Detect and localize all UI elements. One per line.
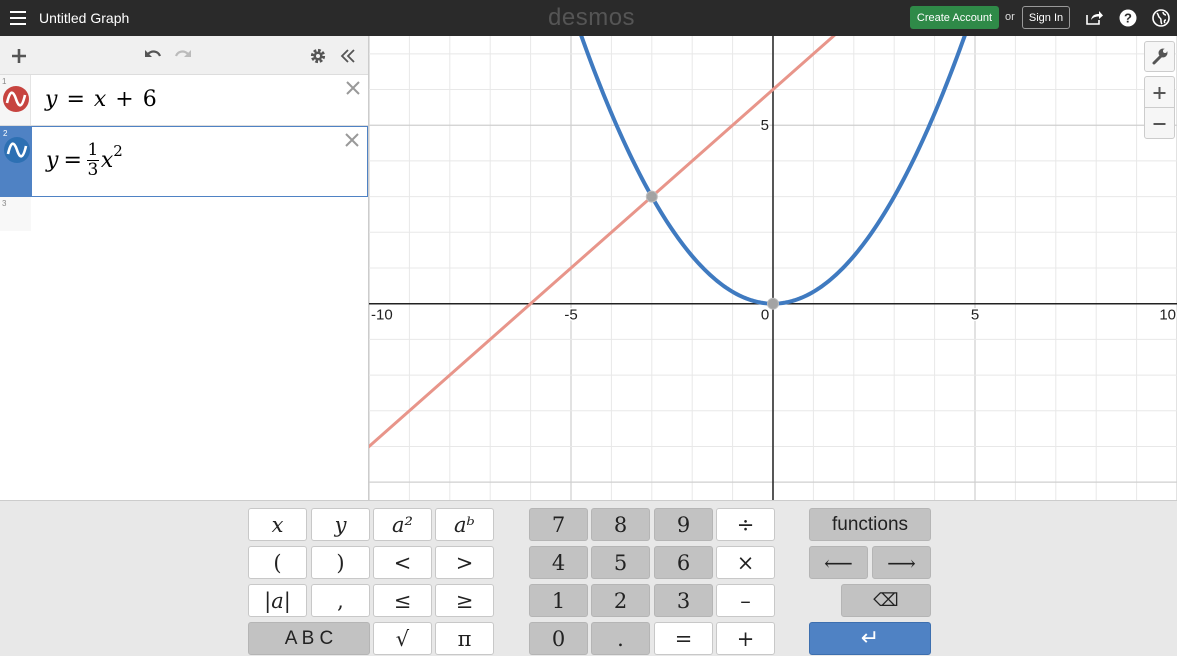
key-square[interactable]: a²	[373, 508, 432, 541]
expression-row-2[interactable]: 2 y = 1 3 x 2	[0, 126, 368, 197]
math-const: 6	[142, 87, 157, 112]
share-icon[interactable]	[1084, 8, 1104, 28]
expression-gutter: 3	[0, 197, 31, 231]
key-1[interactable]: 1	[529, 584, 588, 617]
settings-gear-icon[interactable]	[307, 45, 329, 67]
graph-title[interactable]: Untitled Graph	[39, 10, 129, 26]
math-lhs: y	[45, 87, 58, 112]
wrench-icon	[1152, 48, 1168, 65]
key-decimal[interactable]: .	[591, 622, 650, 655]
key-7[interactable]: 7	[529, 508, 588, 541]
expression-gutter: 2	[1, 127, 32, 196]
math-exponent: 2	[113, 141, 123, 160]
math-var: x	[93, 87, 107, 112]
key-4[interactable]: 4	[529, 546, 588, 579]
x-tick-label: -5	[564, 307, 577, 324]
y-tick-label: 5	[761, 117, 769, 134]
collapse-panel-icon[interactable]	[337, 45, 359, 67]
desmos-logo: desmos	[548, 4, 636, 31]
math-keypad: x y a² aᵇ ( ) < > |a| , ≤ ≥ A B C √ π 7 …	[0, 500, 1177, 656]
math-lhs: y	[46, 148, 59, 173]
expression-math[interactable]: y = x + 6	[45, 87, 157, 112]
key-right-paren[interactable]: )	[311, 546, 370, 579]
key-6[interactable]: 6	[654, 546, 713, 579]
add-item-icon[interactable]	[8, 45, 30, 67]
zoom-in-button[interactable]	[1145, 77, 1174, 108]
expression-gutter: 1	[0, 75, 31, 125]
x-tick-label: 10	[1159, 307, 1176, 324]
key-pi[interactable]: π	[435, 622, 494, 655]
key-x[interactable]: x	[248, 508, 307, 541]
key-backspace[interactable]: ⌫	[841, 584, 931, 617]
or-label: or	[1005, 11, 1015, 23]
graph-visibility-icon[interactable]	[4, 137, 30, 163]
expression-row-1[interactable]: 1 y = x + 6	[0, 75, 368, 126]
key-right-arrow[interactable]: ⟶	[872, 546, 931, 579]
key-left-paren[interactable]: (	[248, 546, 307, 579]
fraction-denominator: 3	[87, 160, 99, 180]
key-8[interactable]: 8	[591, 508, 650, 541]
key-less-equal[interactable]: ≤	[373, 584, 432, 617]
expression-number: 1	[2, 77, 7, 86]
math-op: +	[115, 87, 134, 112]
key-greater-than[interactable]: >	[435, 546, 494, 579]
key-minus[interactable]: –	[716, 584, 775, 617]
key-plus[interactable]: +	[716, 622, 775, 655]
key-equals[interactable]: =	[654, 622, 713, 655]
key-0[interactable]: 0	[529, 622, 588, 655]
key-absolute-value[interactable]: |a|	[248, 584, 307, 617]
key-divide[interactable]: ÷	[716, 508, 775, 541]
intersection-point	[645, 190, 658, 203]
expression-number: 3	[2, 199, 7, 208]
key-y[interactable]: y	[311, 508, 370, 541]
plus-icon	[1153, 87, 1166, 99]
graph-visibility-icon[interactable]	[3, 86, 29, 112]
expression-row-3[interactable]: 3	[0, 197, 368, 231]
minus-icon	[1153, 123, 1166, 125]
key-comma[interactable]: ,	[311, 584, 370, 617]
graph-paper[interactable]: -10 -5 0 5 10 5	[369, 36, 1177, 500]
fraction-numerator: 1	[87, 140, 99, 160]
key-enter[interactable]: ↵	[809, 622, 931, 655]
x-tick-label: -10	[371, 307, 393, 324]
equals-sign: =	[63, 148, 82, 173]
key-power[interactable]: aᵇ	[435, 508, 494, 541]
language-icon[interactable]	[1151, 8, 1171, 28]
expression-math[interactable]: y = 1 3 x 2	[46, 141, 123, 180]
zoom-controls	[1144, 76, 1175, 139]
equals-sign: =	[66, 87, 85, 112]
graph-canvas[interactable]: -10 -5 0 5 10 5	[369, 36, 1177, 500]
graph-settings-button[interactable]	[1144, 41, 1175, 72]
key-3[interactable]: 3	[654, 584, 713, 617]
x-tick-label: 5	[971, 307, 979, 324]
top-bar: Untitled Graph desmos Create Account or …	[0, 0, 1177, 36]
fraction: 1 3	[86, 140, 99, 180]
key-functions[interactable]: functions	[809, 508, 931, 541]
key-less-than[interactable]: <	[373, 546, 432, 579]
key-left-arrow[interactable]: ⟵	[809, 546, 868, 579]
key-2[interactable]: 2	[591, 584, 650, 617]
sign-in-button[interactable]: Sign In	[1022, 6, 1070, 29]
redo-icon[interactable]	[172, 45, 194, 67]
delete-expression-icon[interactable]	[344, 79, 362, 97]
desmos-app: Untitled Graph desmos Create Account or …	[0, 0, 1177, 656]
key-abc[interactable]: A B C	[248, 622, 370, 655]
math-var: x	[100, 148, 114, 173]
svg-text:?: ?	[1124, 11, 1132, 26]
key-sqrt[interactable]: √	[373, 622, 432, 655]
menu-icon[interactable]	[8, 8, 28, 28]
undo-icon[interactable]	[142, 45, 164, 67]
delete-expression-icon[interactable]	[343, 131, 361, 149]
key-greater-equal[interactable]: ≥	[435, 584, 494, 617]
x-tick-label: 0	[761, 307, 769, 324]
expression-toolbar	[0, 36, 368, 75]
expression-panel: 1 y = x + 6 2 y = 1 3 x 2 3	[0, 36, 369, 537]
zoom-out-button[interactable]	[1145, 108, 1174, 139]
key-5[interactable]: 5	[591, 546, 650, 579]
intersection-point	[767, 297, 779, 310]
create-account-button[interactable]: Create Account	[910, 6, 999, 29]
key-9[interactable]: 9	[654, 508, 713, 541]
key-multiply[interactable]: ×	[716, 546, 775, 579]
help-icon[interactable]: ?	[1118, 8, 1138, 28]
